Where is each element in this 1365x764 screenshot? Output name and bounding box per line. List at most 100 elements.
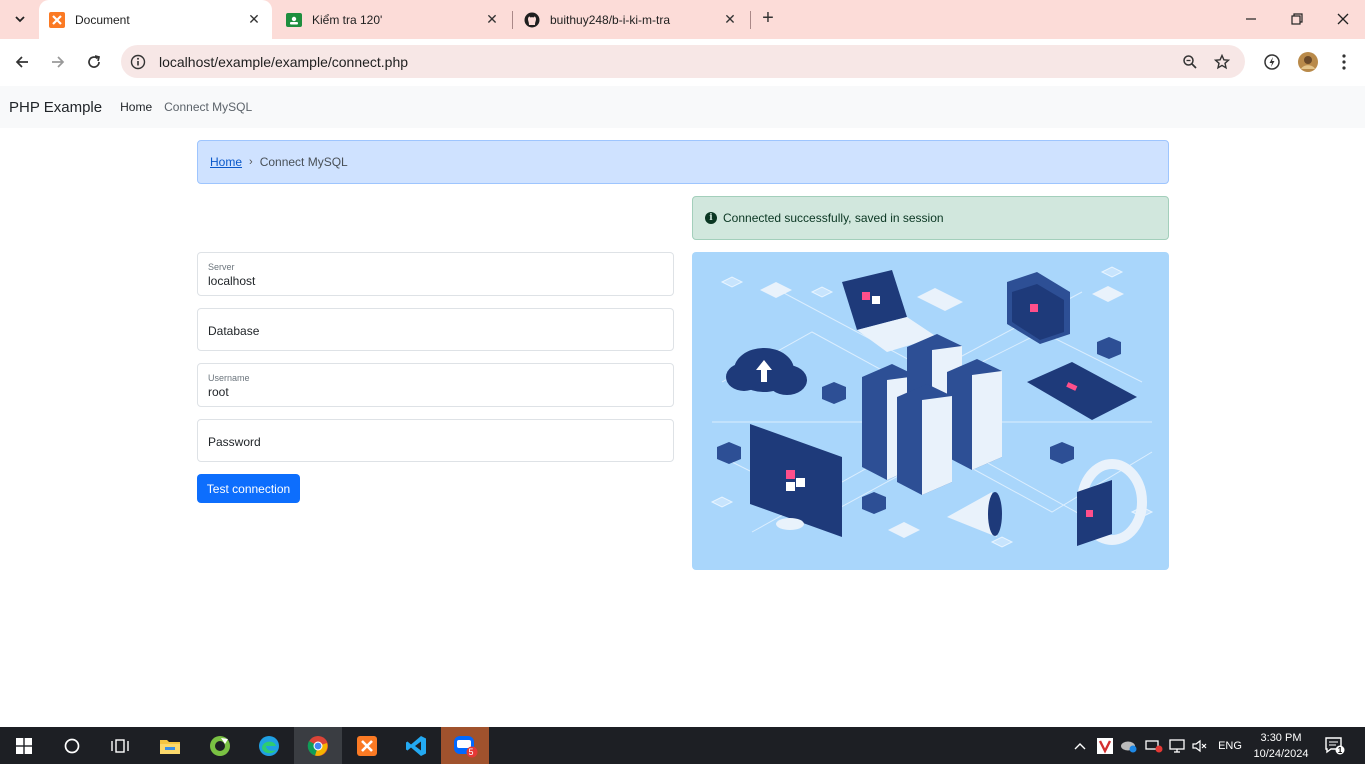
database-placeholder: Database <box>208 324 260 338</box>
tab-separator <box>512 11 513 29</box>
tab-kiem-tra[interactable]: Kiểm tra 120' ✕ <box>276 0 510 39</box>
file-explorer-button[interactable] <box>146 727 194 764</box>
site-info-icon[interactable] <box>130 54 146 70</box>
taskbar-clock[interactable]: 3:30 PM 10/24/2024 <box>1244 730 1318 762</box>
site-navbar: PHP Example Home Connect MySQL <box>0 86 1365 128</box>
tab-search-button[interactable] <box>6 6 34 32</box>
chrome-icon <box>307 735 328 756</box>
xampp-icon <box>357 735 377 756</box>
server-label: Server <box>208 262 235 272</box>
new-tab-button[interactable]: + <box>757 8 779 30</box>
back-button[interactable] <box>8 48 36 76</box>
restore-button[interactable] <box>1283 6 1311 32</box>
edge-icon <box>259 735 279 756</box>
server-value: localhost <box>208 274 256 288</box>
nav-link-connect-mysql[interactable]: Connect MySQL <box>164 100 252 114</box>
restore-icon <box>1291 13 1303 25</box>
test-connection-button[interactable]: Test connection <box>197 474 300 503</box>
minimize-button[interactable] <box>1237 6 1265 32</box>
notification-center-button[interactable]: 1 <box>1322 727 1348 764</box>
arrow-right-icon <box>52 56 65 68</box>
task-view-button[interactable] <box>96 727 144 764</box>
reload-button[interactable] <box>80 48 108 76</box>
vscode-icon <box>406 735 426 756</box>
cortana-circle-icon <box>64 738 80 753</box>
arrow-left-icon <box>15 56 28 68</box>
profile-avatar[interactable] <box>1297 51 1319 73</box>
minimize-icon <box>1246 18 1256 20</box>
xampp-icon <box>49 11 65 28</box>
browser-toolbar: localhost/example/example/connect.php <box>0 39 1365 85</box>
xampp-button[interactable] <box>343 727 391 764</box>
navbar-brand[interactable]: PHP Example <box>9 99 102 116</box>
url-text: localhost/example/example/connect.php <box>159 53 409 70</box>
breadcrumb: Home › Connect MySQL <box>197 140 1169 184</box>
alert-text: Connected successfully, saved in session <box>723 211 944 225</box>
password-field[interactable]: Password <box>197 419 674 462</box>
forward-button[interactable] <box>44 48 72 76</box>
clock-time: 3:30 PM <box>1260 732 1302 744</box>
start-button[interactable] <box>0 727 48 764</box>
tab-title: buithuy248/b-i-ki-m-tra <box>550 12 671 27</box>
clock-date: 10/24/2024 <box>1253 748 1309 760</box>
password-placeholder: Password <box>208 435 261 449</box>
info-circle-icon: i <box>705 212 717 224</box>
username-label: Username <box>208 373 250 383</box>
tab-title: Document <box>75 12 130 27</box>
server-network-illustration <box>692 252 1169 570</box>
windows-taskbar: 5 ENG 3:30 PM 10/24/2024 1 <box>0 727 1365 764</box>
zalo-badge: 5 <box>468 747 474 757</box>
zoom-icon[interactable] <box>1180 52 1200 72</box>
tab-github[interactable]: buithuy248/b-i-ki-m-tra ✕ <box>514 0 748 39</box>
tab-title: Kiểm tra 120' <box>312 12 383 27</box>
username-field[interactable]: Username root <box>197 363 674 407</box>
network-alert-icon <box>1145 739 1163 752</box>
breadcrumb-separator: › <box>249 156 253 168</box>
chevron-up-icon <box>1074 742 1086 749</box>
vietkey-icon <box>1097 737 1113 754</box>
server-field[interactable]: Server localhost <box>197 252 674 296</box>
edge-button[interactable] <box>245 727 293 764</box>
notification-count: 1 <box>1337 746 1343 755</box>
coccoc-icon <box>210 735 230 756</box>
tray-vietkey[interactable] <box>1096 727 1114 764</box>
address-bar[interactable]: localhost/example/example/connect.php <box>121 45 1245 78</box>
tray-volume[interactable] <box>1191 727 1209 764</box>
close-tab-icon[interactable]: ✕ <box>244 10 264 30</box>
volume-muted-icon <box>1192 739 1207 752</box>
tray-language[interactable]: ENG <box>1214 727 1246 764</box>
browser-tab-strip: Document ✕ Kiểm tra 120' ✕ buithuy248/b-… <box>0 0 1365 39</box>
tray-onedrive[interactable] <box>1120 727 1138 764</box>
reload-icon <box>88 55 101 68</box>
menu-kebab-icon[interactable] <box>1333 51 1355 73</box>
coccoc-button[interactable] <box>196 727 244 764</box>
bookmark-star-icon[interactable] <box>1212 52 1232 72</box>
success-alert: i Connected successfully, saved in sessi… <box>692 196 1169 240</box>
search-button[interactable] <box>48 727 96 764</box>
tab-separator <box>750 11 751 29</box>
chrome-button[interactable] <box>294 727 342 764</box>
close-window-button[interactable] <box>1329 6 1357 32</box>
cloud-sync-icon <box>1121 741 1137 752</box>
classroom-icon <box>286 12 302 28</box>
zalo-button[interactable]: 5 <box>441 727 489 764</box>
task-view-icon <box>111 738 129 753</box>
windows-logo-icon <box>16 737 32 754</box>
performance-icon[interactable] <box>1261 51 1283 73</box>
chevron-down-icon <box>15 16 25 23</box>
github-icon <box>524 12 540 28</box>
database-field[interactable]: Database <box>197 308 674 351</box>
close-icon <box>1337 13 1349 25</box>
close-tab-icon[interactable]: ✕ <box>482 10 502 30</box>
vscode-button[interactable] <box>392 727 440 764</box>
close-tab-icon[interactable]: ✕ <box>720 10 740 30</box>
tab-document[interactable]: Document ✕ <box>39 0 272 39</box>
tray-network-alert[interactable] <box>1145 727 1163 764</box>
breadcrumb-home-link[interactable]: Home <box>210 155 242 169</box>
show-hidden-icons[interactable] <box>1072 727 1088 764</box>
folder-icon <box>160 739 180 754</box>
nav-link-home[interactable]: Home <box>120 100 152 114</box>
breadcrumb-current: Connect MySQL <box>259 155 348 169</box>
tray-display[interactable] <box>1168 727 1186 764</box>
username-value: root <box>208 385 229 399</box>
